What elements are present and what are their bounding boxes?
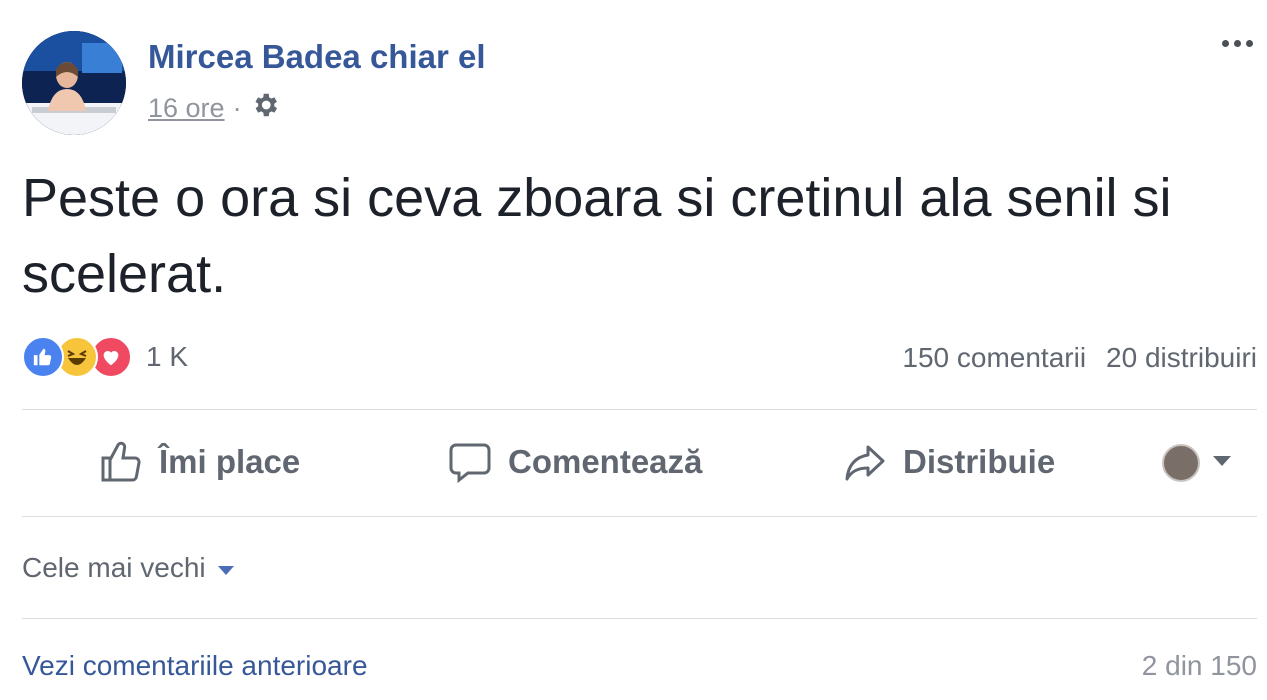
facebook-post: Mircea Badea chiar el 16 ore · Peste o o… xyxy=(0,0,1267,700)
user-avatar xyxy=(1162,444,1200,482)
comment-label: Comentează xyxy=(508,443,703,480)
shares-count[interactable]: 20 distribuiri xyxy=(1106,342,1257,374)
meta-separator: · xyxy=(232,92,242,123)
more-options-icon[interactable] xyxy=(1222,40,1253,47)
chevron-down-icon xyxy=(1210,453,1234,474)
gear-icon[interactable] xyxy=(250,90,280,127)
reactions-summary[interactable]: 1 K xyxy=(22,336,188,378)
sort-label: Cele mai vechi xyxy=(22,552,206,583)
author-avatar[interactable] xyxy=(22,31,126,135)
author-name[interactable]: Mircea Badea chiar el xyxy=(148,38,486,76)
reaction-count[interactable]: 1 K xyxy=(146,341,188,373)
post-as-selector[interactable] xyxy=(1162,444,1234,482)
like-label: Îmi place xyxy=(159,443,301,480)
comment-button[interactable]: Comentează xyxy=(446,436,702,488)
caret-down-icon xyxy=(216,552,236,584)
share-arrow-icon xyxy=(841,438,889,486)
comments-count[interactable]: 150 comentarii xyxy=(902,342,1086,374)
divider xyxy=(22,618,1257,619)
share-button[interactable]: Distribuie xyxy=(841,436,1055,488)
view-previous-comments-link[interactable]: Vezi comentariile anterioare xyxy=(22,650,368,682)
like-button[interactable]: Îmi place xyxy=(97,436,300,488)
divider xyxy=(22,409,1257,410)
post-stats: 150 comentarii 20 distribuiri xyxy=(902,338,1257,378)
avatar-image xyxy=(22,31,126,135)
post-timestamp[interactable]: 16 ore xyxy=(148,93,225,124)
divider xyxy=(22,516,1257,517)
comment-bubble-icon xyxy=(446,438,494,486)
post-meta: 16 ore · xyxy=(148,90,280,126)
thumbs-up-icon xyxy=(97,438,145,486)
like-reaction-icon xyxy=(22,336,64,378)
comment-sort-dropdown[interactable]: Cele mai vechi xyxy=(22,546,236,590)
share-label: Distribuie xyxy=(903,443,1056,480)
post-message: Peste o ora si ceva zboara si cretinul a… xyxy=(22,168,1172,304)
comments-pager: 2 din 150 xyxy=(1141,650,1257,681)
